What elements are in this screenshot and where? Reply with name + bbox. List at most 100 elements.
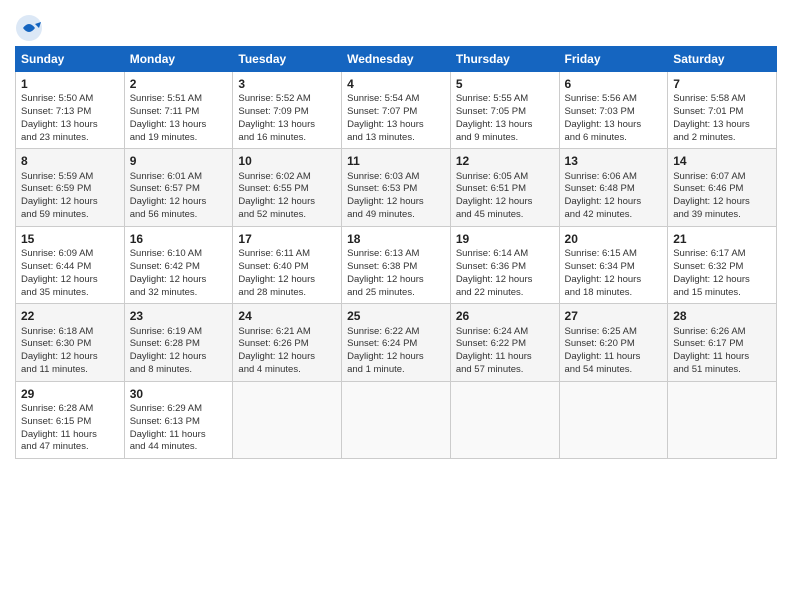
day-info-line: Sunset: 7:09 PM: [238, 106, 336, 119]
day-info-line: Sunrise: 6:02 AM: [238, 171, 336, 184]
weekday-header-thursday: Thursday: [450, 47, 559, 72]
calendar-cell-day-9: 9Sunrise: 6:01 AMSunset: 6:57 PMDaylight…: [124, 149, 233, 226]
day-info-line: Sunrise: 6:24 AM: [456, 326, 554, 339]
day-info-line: and 11 minutes.: [21, 364, 119, 377]
day-info-line: Sunrise: 6:03 AM: [347, 171, 445, 184]
day-info-line: Sunset: 6:40 PM: [238, 261, 336, 274]
day-info-line: Sunrise: 6:07 AM: [673, 171, 771, 184]
day-number: 6: [565, 76, 663, 92]
calendar-cell-day-11: 11Sunrise: 6:03 AMSunset: 6:53 PMDayligh…: [342, 149, 451, 226]
day-info-line: and 47 minutes.: [21, 441, 119, 454]
day-info-line: and 56 minutes.: [130, 209, 228, 222]
calendar-cell-day-5: 5Sunrise: 5:55 AMSunset: 7:05 PMDaylight…: [450, 72, 559, 149]
day-info-line: and 35 minutes.: [21, 287, 119, 300]
day-info-line: Sunset: 6:20 PM: [565, 338, 663, 351]
calendar-cell-empty: [668, 381, 777, 458]
day-info-line: Daylight: 12 hours: [238, 196, 336, 209]
day-info-line: Sunrise: 5:52 AM: [238, 93, 336, 106]
day-info-line: Sunrise: 6:19 AM: [130, 326, 228, 339]
day-number: 11: [347, 153, 445, 169]
day-info-line: and 57 minutes.: [456, 364, 554, 377]
day-info-line: Sunrise: 6:28 AM: [21, 403, 119, 416]
day-info-line: Sunset: 6:13 PM: [130, 416, 228, 429]
day-info-line: Daylight: 13 hours: [130, 119, 228, 132]
day-info-line: Sunset: 7:01 PM: [673, 106, 771, 119]
day-info-line: Daylight: 11 hours: [456, 351, 554, 364]
day-number: 5: [456, 76, 554, 92]
day-number: 27: [565, 308, 663, 324]
day-info-line: Sunset: 7:13 PM: [21, 106, 119, 119]
calendar-week-1: 8Sunrise: 5:59 AMSunset: 6:59 PMDaylight…: [16, 149, 777, 226]
calendar-cell-day-13: 13Sunrise: 6:06 AMSunset: 6:48 PMDayligh…: [559, 149, 668, 226]
day-info-line: Sunset: 6:42 PM: [130, 261, 228, 274]
day-info-line: Sunset: 6:46 PM: [673, 183, 771, 196]
day-info-line: Sunrise: 6:29 AM: [130, 403, 228, 416]
calendar-cell-day-14: 14Sunrise: 6:07 AMSunset: 6:46 PMDayligh…: [668, 149, 777, 226]
day-number: 28: [673, 308, 771, 324]
day-info-line: Sunrise: 6:01 AM: [130, 171, 228, 184]
day-info-line: Sunset: 7:07 PM: [347, 106, 445, 119]
day-info-line: Daylight: 11 hours: [130, 429, 228, 442]
day-number: 3: [238, 76, 336, 92]
day-number: 16: [130, 231, 228, 247]
day-info-line: and 49 minutes.: [347, 209, 445, 222]
day-info-line: and 4 minutes.: [238, 364, 336, 377]
weekday-header-tuesday: Tuesday: [233, 47, 342, 72]
day-info-line: Daylight: 12 hours: [347, 351, 445, 364]
calendar-cell-day-4: 4Sunrise: 5:54 AMSunset: 7:07 PMDaylight…: [342, 72, 451, 149]
day-info-line: Daylight: 12 hours: [21, 274, 119, 287]
day-info-line: Sunset: 7:03 PM: [565, 106, 663, 119]
day-info-line: Sunrise: 6:13 AM: [347, 248, 445, 261]
day-info-line: Daylight: 12 hours: [238, 351, 336, 364]
day-info-line: Sunrise: 6:15 AM: [565, 248, 663, 261]
calendar-cell-day-28: 28Sunrise: 6:26 AMSunset: 6:17 PMDayligh…: [668, 304, 777, 381]
day-info-line: and 25 minutes.: [347, 287, 445, 300]
calendar-cell-day-19: 19Sunrise: 6:14 AMSunset: 6:36 PMDayligh…: [450, 226, 559, 303]
day-info-line: and 19 minutes.: [130, 132, 228, 145]
day-number: 8: [21, 153, 119, 169]
calendar-cell-day-30: 30Sunrise: 6:29 AMSunset: 6:13 PMDayligh…: [124, 381, 233, 458]
weekday-header-sunday: Sunday: [16, 47, 125, 72]
day-info-line: Daylight: 12 hours: [130, 196, 228, 209]
calendar-cell-day-1: 1Sunrise: 5:50 AMSunset: 7:13 PMDaylight…: [16, 72, 125, 149]
day-info-line: and 1 minute.: [347, 364, 445, 377]
calendar-cell-day-25: 25Sunrise: 6:22 AMSunset: 6:24 PMDayligh…: [342, 304, 451, 381]
day-info-line: Daylight: 11 hours: [21, 429, 119, 442]
day-info-line: Sunrise: 6:22 AM: [347, 326, 445, 339]
day-info-line: and 16 minutes.: [238, 132, 336, 145]
day-info-line: Daylight: 12 hours: [456, 274, 554, 287]
day-info-line: and 22 minutes.: [456, 287, 554, 300]
calendar-cell-empty: [559, 381, 668, 458]
day-info-line: and 23 minutes.: [21, 132, 119, 145]
calendar-cell-day-18: 18Sunrise: 6:13 AMSunset: 6:38 PMDayligh…: [342, 226, 451, 303]
day-number: 20: [565, 231, 663, 247]
day-number: 21: [673, 231, 771, 247]
calendar-cell-day-26: 26Sunrise: 6:24 AMSunset: 6:22 PMDayligh…: [450, 304, 559, 381]
day-info-line: and 8 minutes.: [130, 364, 228, 377]
day-info-line: Daylight: 13 hours: [456, 119, 554, 132]
day-number: 14: [673, 153, 771, 169]
day-info-line: Sunset: 6:38 PM: [347, 261, 445, 274]
day-info-line: Daylight: 12 hours: [347, 274, 445, 287]
day-number: 9: [130, 153, 228, 169]
day-info-line: and 44 minutes.: [130, 441, 228, 454]
day-info-line: Sunset: 6:24 PM: [347, 338, 445, 351]
day-info-line: and 13 minutes.: [347, 132, 445, 145]
day-info-line: Sunset: 6:59 PM: [21, 183, 119, 196]
day-info-line: Daylight: 12 hours: [130, 351, 228, 364]
weekday-header-saturday: Saturday: [668, 47, 777, 72]
day-info-line: and 28 minutes.: [238, 287, 336, 300]
day-info-line: Sunrise: 5:51 AM: [130, 93, 228, 106]
day-info-line: Sunrise: 5:56 AM: [565, 93, 663, 106]
day-info-line: and 52 minutes.: [238, 209, 336, 222]
day-number: 24: [238, 308, 336, 324]
day-info-line: Sunset: 6:15 PM: [21, 416, 119, 429]
calendar-cell-day-2: 2Sunrise: 5:51 AMSunset: 7:11 PMDaylight…: [124, 72, 233, 149]
calendar-cell-day-21: 21Sunrise: 6:17 AMSunset: 6:32 PMDayligh…: [668, 226, 777, 303]
day-info-line: Sunrise: 6:10 AM: [130, 248, 228, 261]
day-info-line: and 9 minutes.: [456, 132, 554, 145]
day-info-line: Sunset: 6:32 PM: [673, 261, 771, 274]
day-number: 1: [21, 76, 119, 92]
header: [15, 10, 777, 42]
day-info-line: Daylight: 12 hours: [673, 274, 771, 287]
